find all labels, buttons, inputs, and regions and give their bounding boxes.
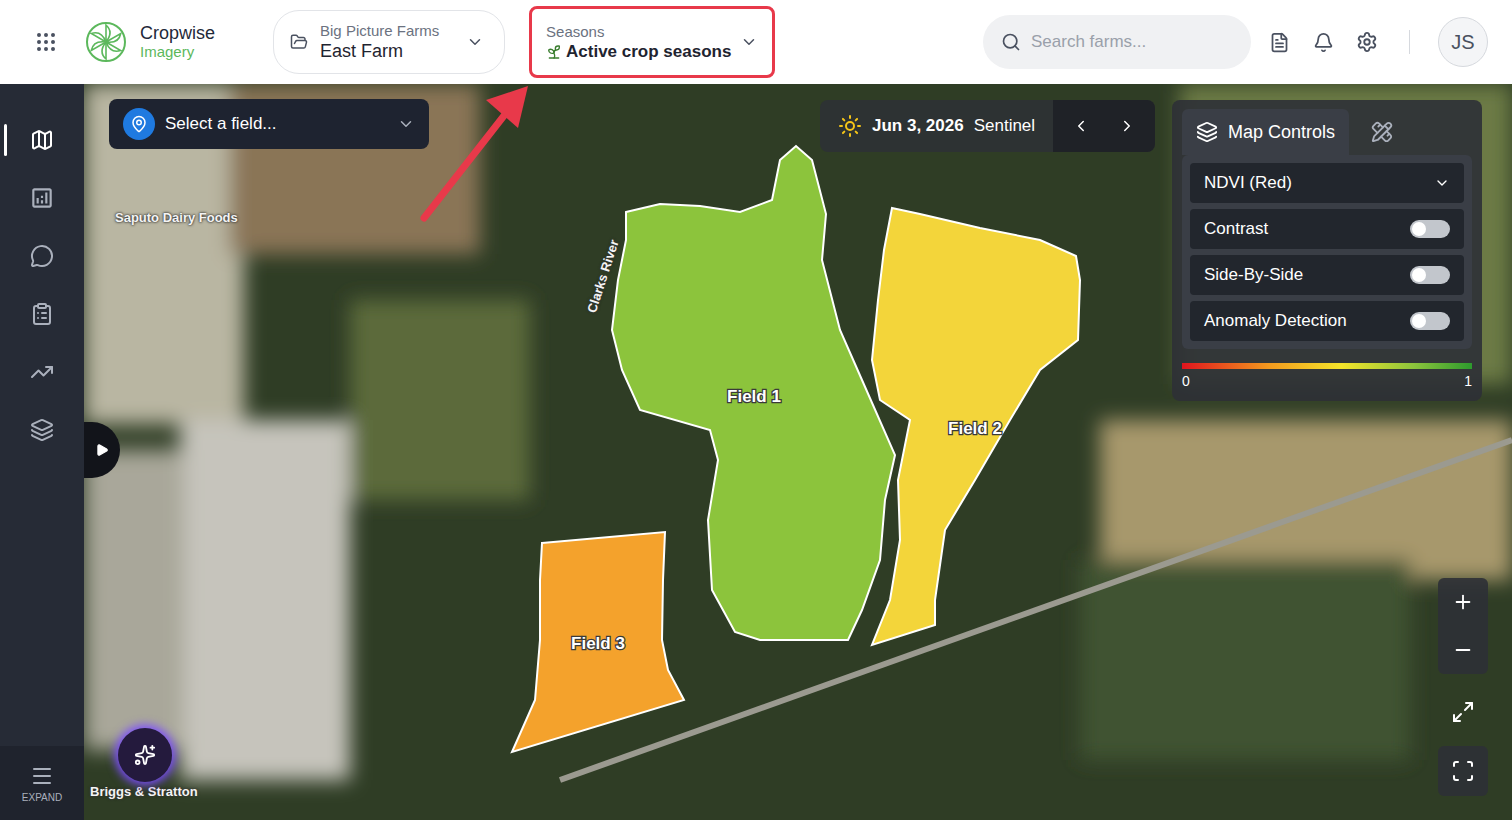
app-name: Cropwise — [140, 24, 215, 44]
fit-map-button[interactable] — [1438, 746, 1488, 796]
sidebar-item[interactable] — [0, 236, 84, 276]
sidebar-icon — [30, 128, 54, 152]
sidebar-item[interactable] — [0, 294, 84, 334]
expand-icon — [1451, 700, 1475, 724]
chevron-right-icon — [1118, 117, 1136, 135]
search-field[interactable]: Search farms... — [983, 15, 1251, 69]
apps-grid-icon[interactable] — [32, 28, 60, 56]
avatar[interactable]: JS — [1438, 17, 1488, 67]
farm-name: East Farm — [320, 41, 454, 62]
expand-button[interactable]: EXPAND — [0, 746, 84, 820]
search-icon — [1001, 32, 1021, 52]
field-label: Field 2 — [948, 419, 1002, 438]
map-controls-panel: Map Controls NDVI (Red) Contrast Side-By-Si… — [1172, 100, 1482, 401]
minus-icon — [1452, 639, 1474, 661]
document-icon[interactable] — [1265, 28, 1293, 56]
pin-icon — [130, 115, 148, 133]
sidebar-item[interactable] — [0, 120, 84, 160]
logo-icon — [84, 20, 128, 64]
sidebar-icon — [30, 244, 54, 268]
gear-icon[interactable] — [1353, 28, 1381, 56]
zoom-controls — [1438, 578, 1488, 674]
image-source: Sentinel — [974, 116, 1035, 136]
search-placeholder: Search farms... — [1031, 32, 1146, 52]
folder-icon — [290, 33, 308, 51]
date-bar: Jun 3, 2026 Sentinel — [820, 100, 1155, 152]
panel-tab[interactable]: Map Controls — [1182, 109, 1349, 155]
chevron-down-icon — [740, 33, 758, 51]
ndvi-legend: 01 — [1182, 357, 1472, 389]
toggle-switch[interactable] — [1410, 266, 1450, 284]
header: CropwiseImagery Big Picture Farms East Far… — [0, 0, 1512, 84]
app: CropwiseImagery Big Picture Farms East Far… — [0, 0, 1512, 820]
menu-icon — [30, 764, 54, 788]
panel-tab[interactable] — [1357, 109, 1407, 155]
map-label: Briggs & Stratton — [90, 784, 198, 799]
field-select[interactable]: Select a field... — [109, 99, 429, 149]
chevron-down-icon — [466, 33, 484, 51]
image-date: Jun 3, 2026 — [872, 116, 964, 136]
seasons-select[interactable]: Seasons Active crop seasons — [529, 6, 775, 78]
field-shape[interactable] — [872, 208, 1080, 645]
sparkles-icon — [134, 744, 156, 766]
sun-icon — [838, 114, 862, 138]
seasons-value: Active crop seasons — [546, 42, 732, 62]
sidebar-icon — [30, 360, 54, 384]
sprout-icon — [546, 44, 562, 60]
field-label: Field 3 — [571, 634, 625, 653]
next-date-button[interactable] — [1105, 104, 1149, 148]
app-sub: Imagery — [140, 44, 215, 61]
chevron-down-icon — [397, 115, 415, 133]
logo[interactable]: CropwiseImagery — [84, 20, 215, 64]
sidebar-item[interactable] — [0, 352, 84, 392]
sidebar: EXPAND — [0, 84, 84, 820]
chevron-left-icon — [1072, 117, 1090, 135]
divider — [1409, 30, 1410, 54]
analytics-icon — [29, 185, 55, 211]
sidebar-icon — [30, 418, 54, 442]
toggle-row[interactable]: Contrast — [1190, 209, 1464, 249]
zoom-in-button[interactable] — [1438, 578, 1488, 626]
sidebar-item[interactable] — [0, 410, 84, 450]
field-label: Field 1 — [727, 387, 781, 406]
farm-select[interactable]: Big Picture Farms East Farm — [273, 10, 505, 74]
layers-icon — [1196, 121, 1218, 143]
farm-org: Big Picture Farms — [320, 22, 454, 39]
toggle-row[interactable]: Anomaly Detection — [1190, 301, 1464, 341]
field-shape[interactable] — [512, 532, 684, 752]
scan-icon — [1451, 759, 1475, 783]
toggle-switch[interactable] — [1410, 220, 1450, 238]
sidebar-item[interactable] — [0, 178, 84, 218]
map-label: Saputo Dairy Foods — [115, 210, 238, 225]
zoom-out-button[interactable] — [1438, 626, 1488, 674]
sidebar-icon — [30, 302, 54, 326]
toggle-switch[interactable] — [1410, 312, 1450, 330]
annotation-arrow — [410, 78, 540, 228]
chevron-down-icon — [1434, 175, 1450, 191]
expand-label: EXPAND — [22, 792, 62, 803]
toggle-row[interactable]: Side-By-Side — [1190, 255, 1464, 295]
tools-icon — [1371, 121, 1393, 143]
bell-icon[interactable] — [1309, 28, 1337, 56]
plus-icon — [1452, 591, 1474, 613]
field-select-placeholder: Select a field... — [165, 114, 387, 134]
prev-date-button[interactable] — [1059, 104, 1103, 148]
ai-assistant-button[interactable] — [118, 728, 172, 782]
seasons-label: Seasons — [546, 23, 732, 40]
play-icon — [95, 443, 109, 457]
layer-select[interactable]: NDVI (Red) — [1190, 163, 1464, 203]
fullscreen-button[interactable] — [1438, 687, 1488, 737]
map[interactable]: Field 1 Field 2 Field 3 Saputo Dairy Foods C… — [84, 84, 1512, 820]
